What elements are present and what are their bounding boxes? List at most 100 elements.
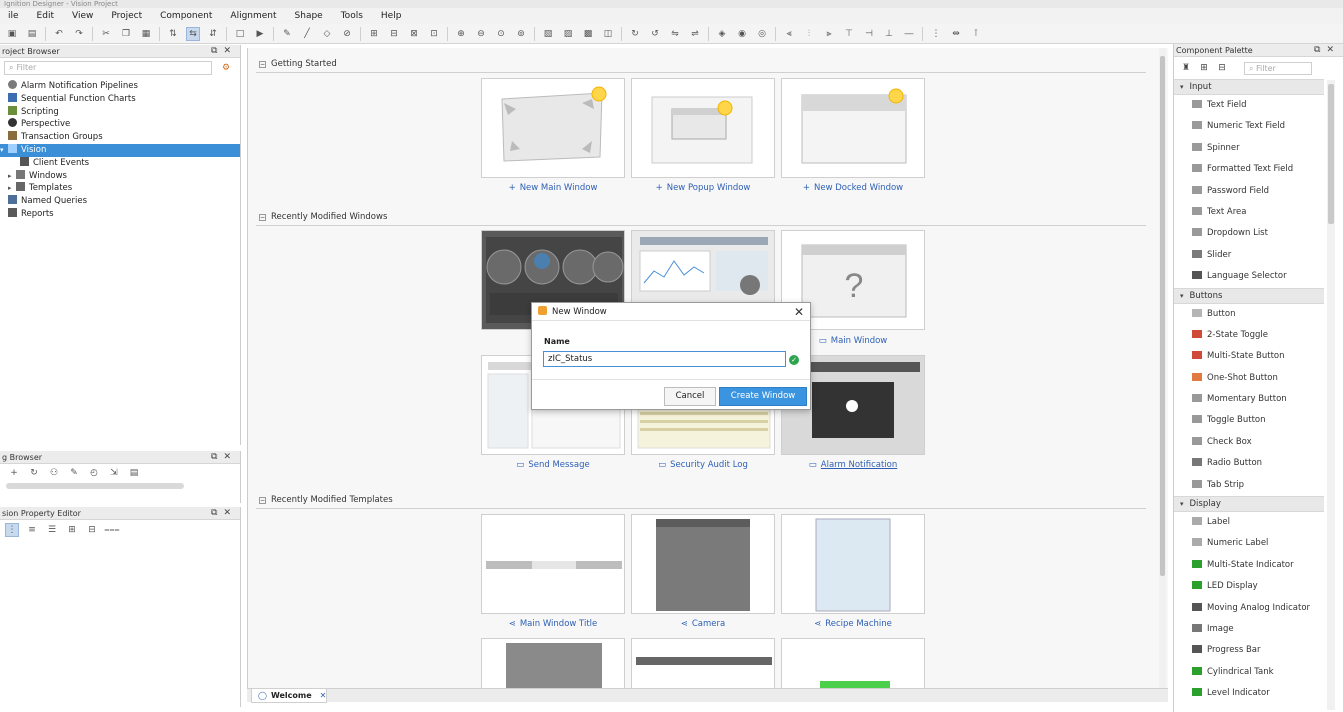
collapse-icon[interactable]: − (259, 497, 266, 504)
refresh-icon[interactable]: ↻ (27, 466, 41, 480)
pen-icon[interactable]: ✎ (280, 27, 294, 41)
palette-item-moving-analog-indicator[interactable]: Moving Analog Indicator (1174, 598, 1324, 619)
recipe-machine-link[interactable]: ⋖ Recipe Machine (781, 619, 925, 629)
template-card-partial-2[interactable] (631, 638, 775, 688)
send-message-link[interactable]: ▭ Send Message (481, 460, 625, 470)
exclusive-or-icon[interactable]: ⊡ (427, 27, 441, 41)
palette-item-check-box[interactable]: Check Box (1174, 432, 1324, 453)
expand-arrow-icon[interactable]: ▸ (8, 182, 16, 195)
tree-item-reports[interactable]: Reports (0, 207, 240, 221)
comm-off-icon[interactable]: ⇵ (206, 27, 220, 41)
expert-view-icon[interactable]: ☰ (45, 523, 59, 537)
menu-alignment[interactable]: Alignment (222, 11, 286, 21)
palette-group-input[interactable]: ▾ Input (1174, 79, 1324, 95)
tree-item-scripting[interactable]: Scripting (0, 105, 240, 119)
palette-item-2-state-toggle[interactable]: 2-State Toggle (1174, 325, 1324, 346)
palette-item-tab-strip[interactable]: Tab Strip (1174, 475, 1324, 496)
new-popup-window-link[interactable]: + New Popup Window (631, 183, 775, 193)
menu-help[interactable]: Help (373, 11, 412, 21)
close-icon[interactable]: ✕ (794, 303, 804, 321)
collapse-arrow-icon[interactable]: ▾ (1180, 83, 1184, 91)
line-icon[interactable]: ╱ (300, 27, 314, 41)
project-options-icon[interactable]: ⚙ (219, 61, 233, 75)
flip-v-icon[interactable]: ⇌ (688, 27, 702, 41)
menu-shape[interactable]: Shape (287, 11, 333, 21)
redo-icon[interactable]: ↷ (72, 27, 86, 41)
expand-arrow-icon[interactable]: ▾ (0, 144, 8, 157)
palette-item-text-area[interactable]: Text Area (1174, 202, 1324, 223)
customizers-icon[interactable]: ⊟ (85, 523, 99, 537)
send-back-icon[interactable]: ◫ (601, 27, 615, 41)
align-center-icon[interactable]: ⫶ (802, 27, 816, 41)
new-main-window-card[interactable] (481, 78, 625, 178)
tree-item-client-events[interactable]: Client Events (0, 156, 240, 170)
scrollbar-thumb[interactable] (1160, 56, 1165, 576)
palette-item-toggle-button[interactable]: Toggle Button (1174, 410, 1324, 431)
pin-icon[interactable]: ⊺ (969, 27, 983, 41)
palette-item-slider[interactable]: Slider (1174, 245, 1324, 266)
collapse-arrow-icon[interactable]: ▾ (1180, 292, 1184, 300)
palette-item-cylindrical-tank[interactable]: Cylindrical Tank (1174, 662, 1324, 683)
zoom-fit-icon[interactable]: ⊙ (494, 27, 508, 41)
panel-controls[interactable]: ⧉✕ (211, 451, 237, 463)
cut-icon[interactable]: ✂ (99, 27, 113, 41)
security-audit-log-link[interactable]: ▭ Security Audit Log (631, 460, 775, 470)
close-tab-icon[interactable]: ✕ (320, 691, 327, 700)
tree-item-vision[interactable]: ▾ Vision (0, 143, 240, 157)
palette-item-multi-state-indicator[interactable]: Multi-State Indicator (1174, 555, 1324, 576)
path-icon[interactable]: ⊘ (340, 27, 354, 41)
standard-view-icon[interactable]: ≡ (25, 523, 39, 537)
align-middle-icon[interactable]: ⊣ (862, 27, 876, 41)
palette-filter-input[interactable]: ⌕ Filter (1244, 61, 1312, 75)
comm-read-icon[interactable]: ⇅ (166, 27, 180, 41)
menu-view[interactable]: View (64, 11, 103, 21)
palette-item-numeric-text-field[interactable]: Numeric Text Field (1174, 116, 1324, 137)
align-right-icon[interactable]: ⫸ (822, 27, 836, 41)
alarm-notification-link[interactable]: ▭ Alarm Notification (781, 460, 925, 470)
intersect-icon[interactable]: ⊠ (407, 27, 421, 41)
tree-item-transaction-groups[interactable]: Transaction Groups (0, 131, 240, 144)
zoom-actual-icon[interactable]: ⊚ (514, 27, 528, 41)
difference-icon[interactable]: ⊟ (387, 27, 401, 41)
view-icon[interactable]: ▤ (127, 466, 141, 480)
tag-type-icon[interactable]: ⚇ (47, 466, 61, 480)
cancel-button[interactable]: Cancel (664, 387, 716, 406)
palette-item-image[interactable]: Image (1174, 619, 1324, 640)
section-getting-started[interactable]: − Getting Started (259, 59, 337, 69)
palette-item-momentary-button[interactable]: Momentary Button (1174, 389, 1324, 410)
union-icon[interactable]: ⊞ (367, 27, 381, 41)
collapse-icon[interactable]: − (259, 214, 266, 221)
rotate-back-icon[interactable]: ↺ (648, 27, 662, 41)
tree-item-templates[interactable]: ▸ Templates (0, 182, 240, 195)
line-style-icon[interactable]: ― (902, 27, 916, 41)
delete-tag-icon[interactable]: ◴ (87, 466, 101, 480)
palette-item-label[interactable]: Label (1174, 512, 1324, 533)
tag-browser-scrollbar[interactable] (6, 483, 184, 489)
copy-icon[interactable]: ❐ (119, 27, 133, 41)
expand-arrow-icon[interactable]: ▸ (8, 170, 16, 183)
menu-file[interactable]: ile (0, 11, 29, 21)
zoom-out-icon[interactable]: ⊖ (474, 27, 488, 41)
collapse-arrow-icon[interactable]: ▾ (1180, 500, 1184, 508)
menu-component[interactable]: Component (152, 11, 222, 21)
tree-item-named-queries[interactable]: Named Queries (0, 195, 240, 208)
collapse-all-icon[interactable]: ⊟ (1216, 62, 1228, 74)
flip-h-icon[interactable]: ⇋ (668, 27, 682, 41)
tree-item-perspective[interactable]: Perspective (0, 118, 240, 131)
palette-item-numeric-label[interactable]: Numeric Label (1174, 533, 1324, 554)
template-card-camera[interactable] (631, 514, 775, 614)
palette-item-password-field[interactable]: Password Field (1174, 181, 1324, 202)
template-card-main-window-title[interactable] (481, 514, 625, 614)
bindings-icon[interactable]: ⊞ (65, 523, 79, 537)
align-top-icon[interactable]: ⊤ (842, 27, 856, 41)
create-window-button[interactable]: Create Window (719, 387, 807, 406)
bring-front-icon[interactable]: ▩ (581, 27, 595, 41)
scrollbar-thumb[interactable] (1328, 84, 1334, 224)
section-recent-templates[interactable]: − Recently Modified Templates (259, 495, 393, 505)
menu-project[interactable]: Project (103, 11, 152, 21)
tab-welcome[interactable]: ◯ Welcome ✕ (251, 689, 327, 703)
palette-item-dropdown-list[interactable]: Dropdown List (1174, 223, 1324, 244)
palette-group-buttons[interactable]: ▾ Buttons (1174, 287, 1324, 304)
new-window-icon[interactable]: □ (233, 27, 247, 41)
tag-add-icon[interactable]: + (7, 466, 21, 480)
